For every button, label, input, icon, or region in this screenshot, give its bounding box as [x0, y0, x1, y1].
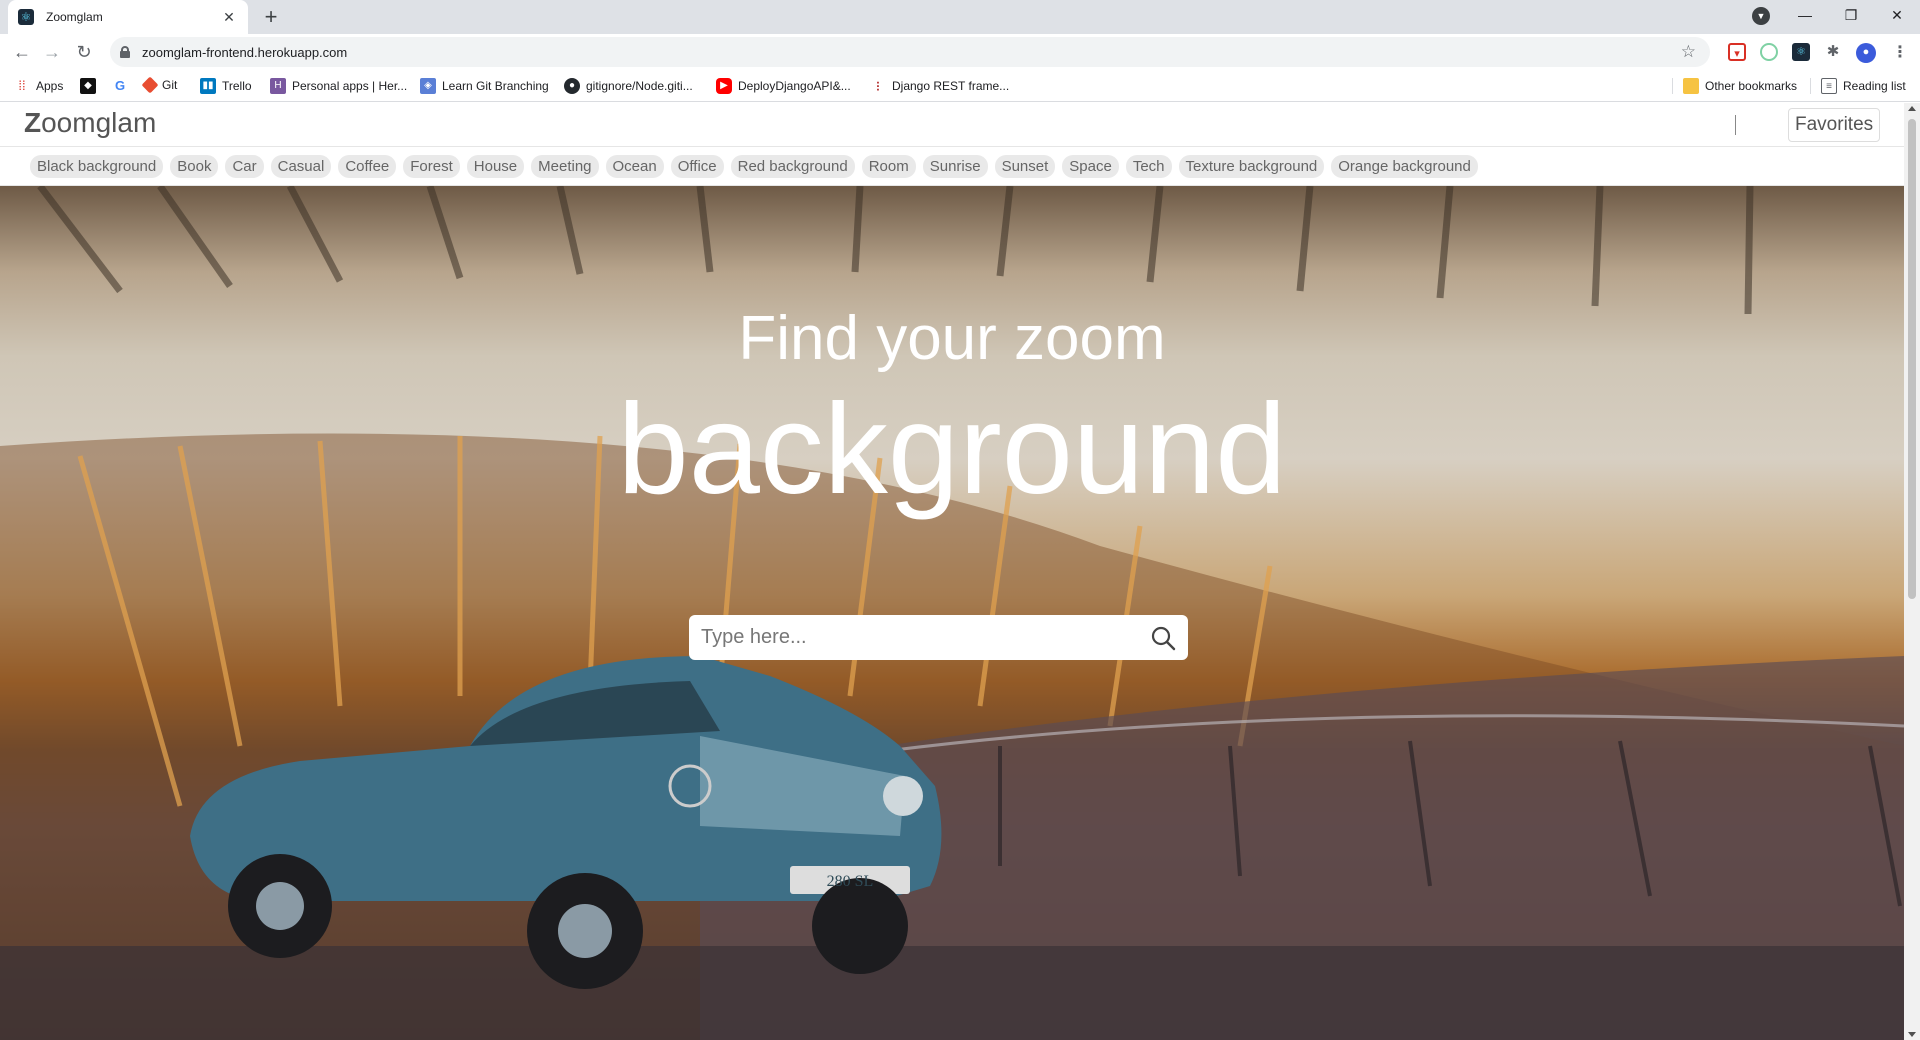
- scroll-up-arrow-icon[interactable]: [1908, 106, 1916, 111]
- site-brand[interactable]: Zoomglam: [24, 107, 156, 139]
- tab-search-icon[interactable]: ▼: [1752, 7, 1770, 25]
- hero-title-line2: background: [617, 378, 1287, 521]
- category-tag[interactable]: Meeting: [531, 154, 599, 178]
- category-tag[interactable]: Tech: [1125, 154, 1172, 178]
- learn-git-icon: ◈: [420, 78, 436, 94]
- bookmark-trello[interactable]: ▮▮ Trello: [200, 78, 252, 94]
- react-icon: ⚛: [18, 9, 34, 25]
- reload-icon[interactable]: ↻: [72, 40, 96, 64]
- category-tag[interactable]: Office: [670, 154, 724, 178]
- react-devtools-icon[interactable]: ⚛: [1792, 43, 1810, 61]
- category-tag[interactable]: Texture background: [1178, 154, 1325, 178]
- brand-initial: Z: [24, 107, 42, 138]
- search-input[interactable]: [701, 626, 1150, 649]
- favorites-button[interactable]: Favorites: [1788, 108, 1881, 142]
- page-scrollbar[interactable]: [1904, 103, 1920, 1040]
- category-tag[interactable]: Sunrise: [922, 154, 988, 178]
- search-box: [689, 615, 1188, 660]
- bookmark-apps[interactable]: ⁞⁞ Apps: [14, 78, 63, 94]
- category-tag[interactable]: Red background: [730, 154, 855, 178]
- category-tag[interactable]: Space: [1062, 154, 1119, 178]
- bookmark-google[interactable]: G: [112, 78, 134, 94]
- address-bar[interactable]: zoomglam-frontend.herokuapp.com ☆: [110, 37, 1710, 67]
- bookmark-github[interactable]: ● gitignore/Node.giti...: [564, 78, 693, 94]
- category-tag[interactable]: Casual: [270, 154, 332, 178]
- hero-title-line1: Find your zoom: [738, 304, 1166, 373]
- search-icon[interactable]: [1150, 625, 1176, 651]
- back-icon[interactable]: ←: [10, 40, 34, 64]
- brand-rest: oomglam: [41, 107, 157, 138]
- restore-button[interactable]: ❐: [1828, 0, 1874, 30]
- category-tag[interactable]: Car: [225, 154, 264, 178]
- reading-list[interactable]: ≡ Reading list: [1810, 78, 1906, 94]
- category-tag[interactable]: Ocean: [605, 154, 664, 178]
- browser-toolbar: ← → ↻ zoomglam-frontend.herokuapp.com ☆ …: [0, 34, 1920, 70]
- trello-icon: ▮▮: [200, 78, 216, 94]
- lock-icon: [120, 46, 130, 58]
- django-rest-icon: ⁝: [875, 78, 881, 94]
- browser-menu-icon[interactable]: ⋮: [1892, 42, 1908, 62]
- git-icon: [141, 76, 159, 94]
- apps-grid-icon: ⁞⁞: [18, 78, 26, 93]
- category-tag[interactable]: Room: [861, 154, 916, 178]
- close-window-button[interactable]: ✕: [1874, 0, 1920, 30]
- tab-strip: ⚛ Zoomglam ✕ + ▼ — ❐ ✕: [0, 0, 1920, 34]
- close-tab-icon[interactable]: ✕: [220, 9, 238, 26]
- category-tag[interactable]: Coffee: [338, 154, 397, 178]
- scrollbar-thumb[interactable]: [1908, 119, 1916, 599]
- minimize-button[interactable]: —: [1782, 0, 1828, 30]
- extensions-puzzle-icon[interactable]: ✱: [1824, 43, 1842, 61]
- bookmark-star-icon[interactable]: ☆: [1681, 42, 1696, 62]
- url-text[interactable]: zoomglam-frontend.herokuapp.com: [142, 45, 347, 60]
- page-viewport: Zoomglam Favorites Black background Book C…: [0, 103, 1904, 1040]
- category-tag[interactable]: Book: [170, 154, 219, 178]
- category-tag[interactable]: House: [466, 154, 525, 178]
- tab-title: Zoomglam: [46, 10, 103, 24]
- reading-list-icon: ≡: [1821, 78, 1837, 94]
- forward-icon[interactable]: →: [40, 40, 64, 64]
- folder-icon: [1683, 78, 1699, 94]
- category-tags: Black background Book Car Casual Coffee Fores…: [0, 147, 1904, 186]
- bookmarks-bar: ⁞⁞ Apps ◆ G Git ▮▮ Trello H Personal app…: [0, 70, 1920, 102]
- other-bookmarks-folder[interactable]: Other bookmarks: [1672, 78, 1797, 94]
- youtube-icon: ▶: [716, 78, 732, 94]
- profile-avatar[interactable]: ●: [1856, 43, 1876, 63]
- nav-divider: [1735, 115, 1736, 135]
- heroku-icon: H: [270, 78, 286, 94]
- extension-icon[interactable]: [1760, 43, 1778, 61]
- site-navbar: Zoomglam Favorites: [0, 103, 1904, 147]
- bookmark-git[interactable]: Git: [141, 76, 177, 94]
- bookmark-dark-icon: ◆: [80, 78, 96, 94]
- github-icon: ●: [564, 78, 580, 94]
- hero-section: 280 SL Find your zoom background: [0, 186, 1904, 1040]
- category-tag[interactable]: Orange background: [1331, 154, 1478, 178]
- extension-icon[interactable]: ▾: [1728, 43, 1746, 61]
- license-plate-text: 280 SL: [827, 873, 874, 890]
- bookmark-heroku[interactable]: H Personal apps | Her...: [270, 78, 407, 94]
- category-tag[interactable]: Forest: [403, 154, 460, 178]
- bookmark-icon-only[interactable]: ◆: [80, 78, 102, 94]
- bookmark-learn-git[interactable]: ◈ Learn Git Branching: [420, 78, 549, 94]
- bookmark-youtube[interactable]: ▶ DeployDjangoAPI&...: [716, 78, 851, 94]
- bookmark-django-rest[interactable]: ⁝ Django REST frame...: [870, 78, 1009, 94]
- scroll-down-arrow-icon[interactable]: [1908, 1032, 1916, 1037]
- category-tag[interactable]: Sunset: [994, 154, 1056, 178]
- new-tab-button[interactable]: +: [258, 4, 284, 30]
- browser-tab[interactable]: ⚛ Zoomglam ✕: [8, 0, 248, 34]
- category-tag[interactable]: Black background: [30, 154, 164, 178]
- google-icon: G: [114, 78, 126, 93]
